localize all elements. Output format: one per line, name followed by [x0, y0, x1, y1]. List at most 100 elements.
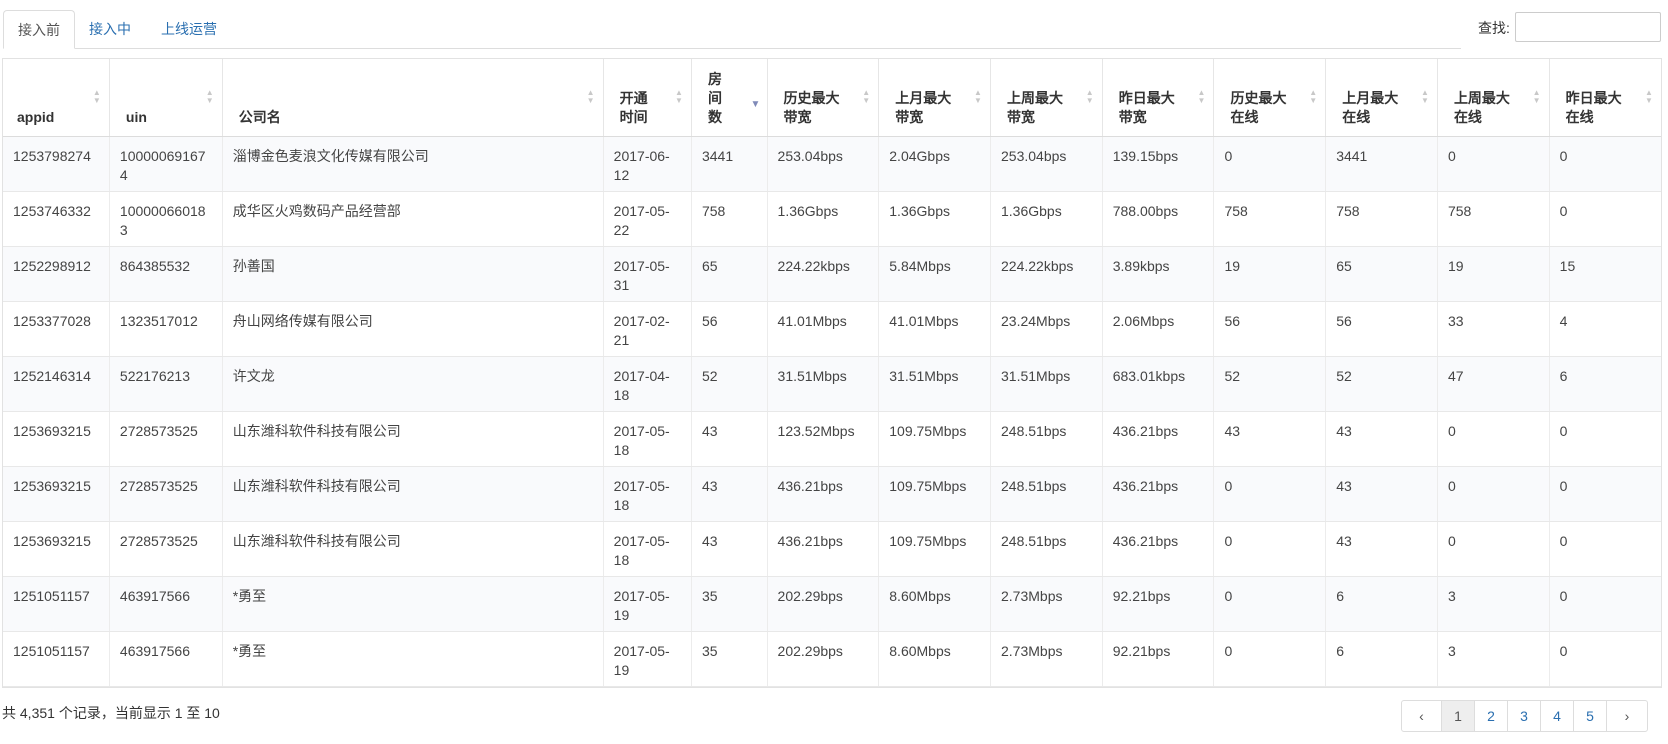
- table-cell-last-month-max-online: 758: [1325, 191, 1438, 247]
- table-cell-yesterday-max-online: 0: [1549, 521, 1661, 577]
- table-cell-company-name: 许文龙: [222, 356, 604, 412]
- table-cell-hist-max-online: 0: [1213, 466, 1327, 522]
- table-cell-last-month-max-online: 43: [1325, 521, 1438, 577]
- table-row[interactable]: 1251051157 463917566 *勇至 2017-05-19 35 202.29…: [3, 576, 1661, 632]
- table-cell-yesterday-max-bandwidth: 3.89kbps: [1102, 246, 1215, 302]
- table-cell-company-name: 舟山网络传媒有限公司: [222, 301, 604, 357]
- table-cell-room-count: 3441: [691, 136, 768, 192]
- table-cell-yesterday-max-online: 15: [1549, 246, 1661, 302]
- table-cell-room-count: 35: [691, 576, 768, 632]
- table-cell-open-time: 2017-05-19: [603, 631, 692, 687]
- table-row[interactable]: 1251051157 463917566 *勇至 2017-05-19 35 202.29…: [3, 631, 1661, 687]
- pagination-page-3[interactable]: 3: [1508, 701, 1541, 731]
- table-cell-open-time: 2017-05-19: [603, 576, 692, 632]
- table-cell-yesterday-max-bandwidth: 139.15bps: [1102, 136, 1215, 192]
- column-header-company-name[interactable]: 公司名 ▲ ▼: [222, 59, 604, 137]
- column-header-open-time[interactable]: 开通时间 ▲ ▼: [603, 59, 692, 137]
- table-cell-last-month-max-online: 3441: [1325, 136, 1438, 192]
- column-header-appid[interactable]: appid ▲ ▼: [3, 59, 110, 137]
- sort-icon: ▲ ▼: [674, 88, 683, 105]
- table-cell-open-time: 2017-06-12: [603, 136, 692, 192]
- search-input[interactable]: [1515, 12, 1661, 42]
- table-row[interactable]: 1252146314 522176213 许文龙 2017-04-18 52 31.51M…: [3, 356, 1661, 412]
- table-row[interactable]: 1253693215 2728573525 山东潍科软件科技有限公司 2017-05-…: [3, 521, 1661, 577]
- data-table: appid ▲ ▼ uin ▲ ▼ 公司名 ▲ ▼ 开通时间 ▲ ▼ 房间数 ▼ 历史最大带宽 ▲ ▼ 上月最大带…: [2, 58, 1662, 688]
- pagination-page-2[interactable]: 2: [1475, 701, 1508, 731]
- pagination-prev-button[interactable]: ‹: [1402, 701, 1442, 731]
- chevron-left-icon: ‹: [1419, 708, 1424, 724]
- table-cell-hist-max-bandwidth: 253.04bps: [767, 136, 880, 192]
- sort-icon: ▲ ▼: [1645, 88, 1653, 105]
- column-header-label: 历史最大带宽: [783, 89, 840, 125]
- chevron-right-icon: ›: [1624, 708, 1630, 724]
- table-cell-room-count: 56: [691, 301, 768, 357]
- column-header-hist-max-online[interactable]: 历史最大在线 ▲ ▼: [1213, 59, 1327, 137]
- table-cell-uin: 100000660183: [109, 191, 223, 247]
- table-cell-last-month-max-online: 52: [1325, 356, 1438, 412]
- table-cell-hist-max-bandwidth: 436.21bps: [767, 466, 880, 522]
- table-cell-hist-max-bandwidth: 202.29bps: [767, 631, 880, 687]
- table-row[interactable]: 1252298912 864385532 孙善国 2017-05-31 65 224.22…: [3, 246, 1661, 302]
- column-header-last-week-max-online[interactable]: 上周最大在线 ▲ ▼: [1437, 59, 1550, 137]
- table-cell-last-month-max-online: 43: [1325, 466, 1438, 522]
- table-cell-last-week-max-bandwidth: 31.51Mbps: [990, 356, 1103, 412]
- sort-icon: ▲ ▼: [1085, 88, 1094, 105]
- column-header-last-month-max-online[interactable]: 上月最大在线 ▲ ▼: [1325, 59, 1438, 137]
- table-cell-last-week-max-bandwidth: 23.24Mbps: [990, 301, 1103, 357]
- table-header-row: appid ▲ ▼ uin ▲ ▼ 公司名 ▲ ▼ 开通时间 ▲ ▼ 房间数 ▼ 历史最大带宽 ▲ ▼ 上月最大带…: [3, 59, 1661, 137]
- column-header-uin[interactable]: uin ▲ ▼: [109, 59, 223, 137]
- table-cell-uin: 2728573525: [109, 466, 223, 522]
- table-cell-hist-max-online: 0: [1213, 136, 1327, 192]
- table-cell-hist-max-bandwidth: 31.51Mbps: [767, 356, 880, 412]
- table-row[interactable]: 1253746332 100000660183 成华区火鸡数码产品经营部 2017-0…: [3, 191, 1661, 247]
- sort-icon: ▲ ▼: [1532, 88, 1541, 105]
- table-cell-room-count: 43: [691, 521, 768, 577]
- table-cell-last-month-max-online: 43: [1325, 411, 1438, 467]
- table-row[interactable]: 1253377028 1323517012 舟山网络传媒有限公司 2017-02-21…: [3, 301, 1661, 357]
- tab-accessing[interactable]: 接入中: [75, 10, 145, 47]
- table-cell-yesterday-max-bandwidth: 92.21bps: [1102, 576, 1215, 632]
- table-cell-last-week-max-online: 0: [1437, 136, 1550, 192]
- table-row[interactable]: 1253693215 2728573525 山东潍科软件科技有限公司 2017-05-…: [3, 411, 1661, 467]
- column-header-label: 公司名: [238, 108, 281, 125]
- table-cell-last-month-max-bandwidth: 109.75Mbps: [878, 466, 991, 522]
- column-header-label: 上周最大在线: [1453, 89, 1510, 125]
- table-cell-yesterday-max-online: 0: [1549, 191, 1661, 247]
- table-cell-hist-max-online: 19: [1213, 246, 1327, 302]
- column-header-yesterday-max-online[interactable]: 昨日最大在线 ▲ ▼: [1549, 59, 1661, 137]
- column-header-hist-max-bandwidth[interactable]: 历史最大带宽 ▲ ▼: [767, 59, 880, 137]
- pagination: ‹ 1 2 3 4 5 ›: [1401, 700, 1648, 732]
- table-cell-uin: 463917566: [109, 576, 223, 632]
- table-cell-yesterday-max-online: 4: [1549, 301, 1661, 357]
- sort-icon: ▲ ▼: [974, 88, 982, 105]
- column-header-last-week-max-bandwidth[interactable]: 上周最大带宽 ▲ ▼: [990, 59, 1103, 137]
- column-header-last-month-max-bandwidth[interactable]: 上月最大带宽 ▲ ▼: [878, 59, 991, 137]
- table-cell-hist-max-online: 43: [1213, 411, 1327, 467]
- table-cell-yesterday-max-online: 0: [1549, 411, 1661, 467]
- table-row[interactable]: 1253693215 2728573525 山东潍科软件科技有限公司 2017-05-…: [3, 466, 1661, 522]
- table-cell-room-count: 65: [691, 246, 768, 302]
- column-header-label: 昨日最大在线: [1565, 89, 1622, 125]
- table-cell-room-count: 758: [691, 191, 768, 247]
- column-header-yesterday-max-bandwidth[interactable]: 昨日最大带宽 ▲ ▼: [1102, 59, 1215, 137]
- table-cell-yesterday-max-bandwidth: 436.21bps: [1102, 466, 1215, 522]
- column-header-room-count[interactable]: 房间数 ▼: [691, 59, 768, 137]
- table-cell-last-week-max-bandwidth: 224.22kbps: [990, 246, 1103, 302]
- table-cell-hist-max-online: 0: [1213, 521, 1327, 577]
- table-cell-company-name: 山东潍科软件科技有限公司: [222, 521, 604, 577]
- table-cell-yesterday-max-online: 0: [1549, 136, 1661, 192]
- tab-pre-access[interactable]: 接入前: [3, 10, 75, 49]
- pagination-page-1[interactable]: 1: [1442, 701, 1475, 731]
- table-row[interactable]: 1253798274 100000691674 淄博金色麦浪文化传媒有限公司 2017…: [3, 136, 1661, 192]
- tab-online-operation[interactable]: 上线运营: [147, 10, 231, 47]
- table-cell-yesterday-max-bandwidth: 92.21bps: [1102, 631, 1215, 687]
- pagination-page-4[interactable]: 4: [1541, 701, 1574, 731]
- pagination-page-5[interactable]: 5: [1574, 701, 1607, 731]
- table-cell-hist-max-bandwidth: 202.29bps: [767, 576, 880, 632]
- pagination-next-button[interactable]: ›: [1607, 701, 1647, 731]
- table-cell-appid: 1253693215: [3, 466, 110, 522]
- table-cell-yesterday-max-bandwidth: 436.21bps: [1102, 521, 1215, 577]
- table-cell-company-name: *勇至: [222, 576, 604, 632]
- sort-icon: ▲ ▼: [862, 88, 871, 105]
- table-cell-yesterday-max-bandwidth: 436.21bps: [1102, 411, 1215, 467]
